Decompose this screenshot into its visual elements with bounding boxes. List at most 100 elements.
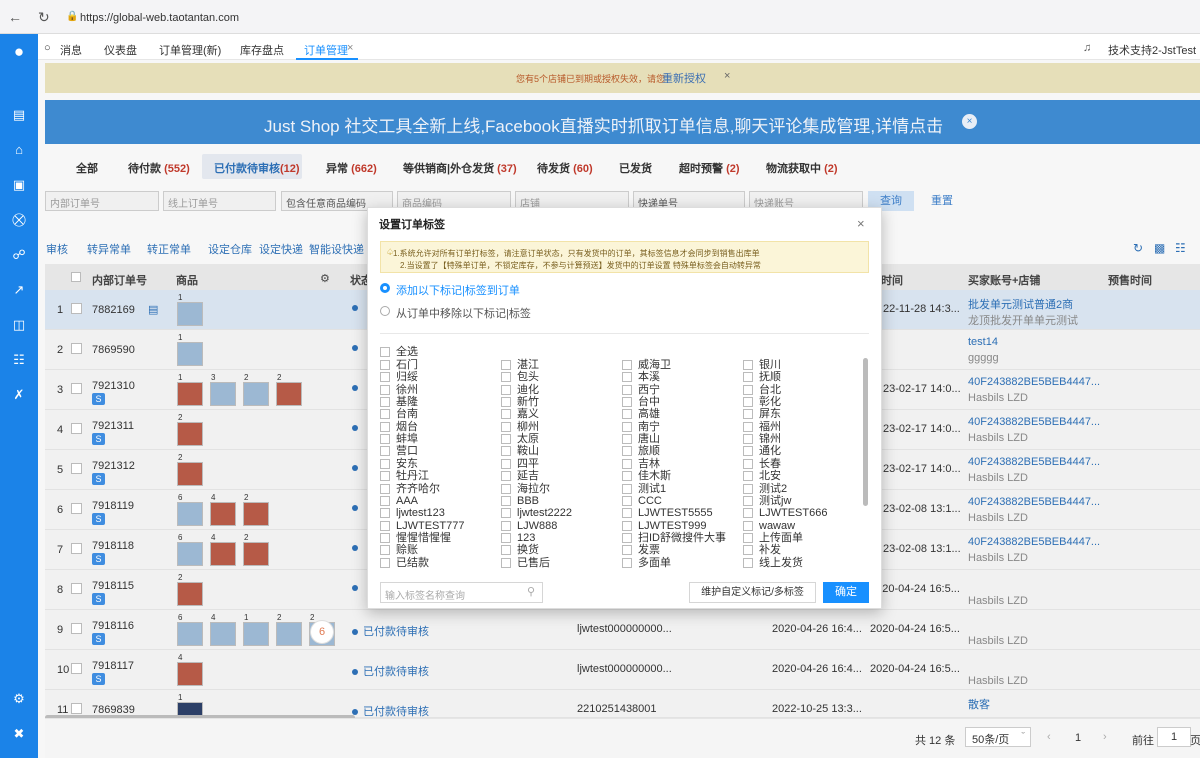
order-id[interactable]: 7918118 [92,540,134,552]
product-thumbnail[interactable] [243,502,269,526]
product-thumbnail[interactable] [210,542,236,566]
tab-messages[interactable]: 消息 [60,42,82,58]
report-icon[interactable]: ☷ [9,350,29,370]
row-checkbox[interactable] [71,623,82,634]
row-checkbox[interactable] [71,663,82,674]
tag-checkbox[interactable] [501,360,511,370]
current-page[interactable]: 1 [1075,732,1081,744]
tag-label[interactable]: LJWTEST777 [396,520,464,532]
tag-label[interactable]: 福州 [759,421,781,433]
close-icon[interactable]: × [347,42,353,54]
tag-checkbox[interactable] [622,508,632,519]
tag-label[interactable]: 迪化 [517,384,539,396]
order-id[interactable]: 7918119 [92,500,134,512]
tag-checkbox[interactable] [622,532,632,543]
status-tab-logistics[interactable]: 物流获取中 (2) [766,160,838,176]
next-page-icon[interactable]: › [1103,731,1107,743]
tag-checkbox[interactable] [380,434,390,445]
product-thumbnail[interactable] [276,622,302,646]
product-thumbnail[interactable] [177,622,203,646]
tab-inventory[interactable]: 库存盘点 [240,42,284,58]
tag-label[interactable]: LJWTEST666 [759,507,827,519]
truck-icon[interactable]: ⛒ [9,210,29,230]
tag-label[interactable]: 徐州 [396,384,418,396]
tag-checkbox[interactable] [501,557,511,568]
page-size-select[interactable]: 50条/页 ˇ [965,727,1031,747]
tag-checkbox[interactable] [743,520,753,531]
product-thumbnail[interactable] [177,382,203,406]
radio-add-tags[interactable] [380,283,390,293]
tag-checkbox[interactable] [501,397,511,408]
tag-checkbox[interactable] [743,360,753,370]
user-name[interactable]: 技术支持2-JstTest [1108,42,1196,58]
tag-checkbox[interactable] [622,409,632,420]
tag-checkbox[interactable] [743,458,753,469]
product-thumbnail[interactable] [210,622,236,646]
tag-label[interactable]: ljwtest123 [396,507,445,519]
online-order-filter[interactable]: 线上订单号 [163,191,276,211]
row-checkbox[interactable] [71,303,82,314]
tag-label[interactable]: 基隆 [396,396,418,408]
product-thumbnail[interactable] [177,662,203,686]
row-checkbox[interactable] [71,703,82,714]
product-thumbnail[interactable] [210,502,236,526]
table-row[interactable]: 9 7918116 S 6 4 1 2 2 6 已付款待审核 ljwtest000000000...… [45,610,1200,650]
product-thumbnail[interactable] [210,382,236,406]
headset-icon[interactable]: ♫ [1083,42,1091,54]
row-checkbox[interactable] [71,463,82,474]
status-tab-paid-pending-review[interactable]: 已付款待审核(12) [214,160,300,176]
tag-label[interactable]: 屏东 [759,408,781,420]
tag-checkbox[interactable] [501,409,511,420]
tag-label[interactable]: 旅顺 [638,445,660,457]
tag-checkbox[interactable] [743,495,753,506]
tag-checkbox[interactable] [380,446,390,457]
tag-label[interactable]: LJW888 [517,520,557,532]
order-id[interactable]: 7918117 [92,660,134,672]
prev-page-icon[interactable]: ‹ [1047,731,1051,743]
tag-checkbox[interactable] [501,372,511,383]
tag-checkbox[interactable] [501,434,511,445]
status-tab-exception[interactable]: 异常 (662) [326,160,377,176]
tag-checkbox[interactable] [743,421,753,432]
tag-label[interactable]: 石门 [396,359,418,371]
select-all-tags-checkbox[interactable] [380,347,390,357]
tag-checkbox[interactable] [501,458,511,469]
tag-checkbox[interactable] [501,446,511,457]
tag-label[interactable]: 上传面单 [759,532,803,544]
search-icon[interactable]: ⚲ [527,585,535,598]
tag-label[interactable]: AAA [396,495,418,507]
reauthorize-link[interactable]: 重新授权 [662,70,706,86]
tag-label[interactable]: 台中 [638,396,660,408]
tag-label[interactable]: 测试2 [759,483,787,495]
tag-checkbox[interactable] [743,409,753,420]
product-thumbnail[interactable] [243,382,269,406]
buyer-account[interactable]: 40F243882BE5BEB4447... [968,536,1100,548]
tag-label[interactable]: 线上发货 [759,557,803,569]
reload-icon[interactable]: ↻ [38,9,50,26]
tag-checkbox[interactable] [743,446,753,457]
tag-label[interactable]: CCC [638,495,662,507]
tag-checkbox[interactable] [501,532,511,543]
tag-label[interactable]: 延吉 [517,470,539,482]
product-thumbnail[interactable] [243,622,269,646]
tag-checkbox[interactable] [743,434,753,445]
maintain-custom-tags-button[interactable]: 维护自定义标记/多标签 [689,582,816,603]
tag-checkbox[interactable] [743,545,753,556]
tag-checkbox[interactable] [501,471,511,482]
tag-checkbox[interactable] [380,508,390,519]
tag-label[interactable]: 测试jw [759,495,791,507]
tag-checkbox[interactable] [380,520,390,531]
tag-label[interactable]: 蚌埠 [396,433,418,445]
address-bar[interactable]: https://global-web.taotantan.com [80,12,239,24]
refresh-icon[interactable]: ↻ [1133,241,1143,255]
order-id[interactable]: 7882169 [92,304,135,316]
tag-label[interactable]: 彰化 [759,396,781,408]
gear-icon[interactable]: ⚙ [320,272,330,285]
tag-checkbox[interactable] [380,495,390,506]
more-items-badge[interactable]: 6 [310,620,334,644]
tag-checkbox[interactable] [743,532,753,543]
buyer-account[interactable]: 40F243882BE5BEB4447... [968,496,1100,508]
table-row[interactable]: 11 7869839 1 已付款待审核 2210251438001 2022-10-25 … [45,690,1200,726]
tag-label[interactable]: 换货 [517,544,539,556]
status-tab-to-ship[interactable]: 待发货 (60) [537,160,593,176]
